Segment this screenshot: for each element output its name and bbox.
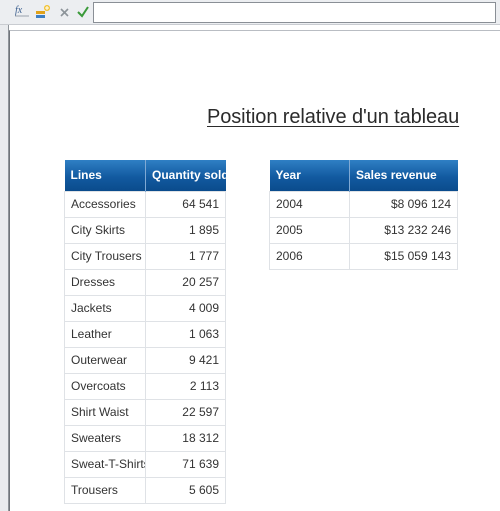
- year-sales-table[interactable]: Year Sales revenue 2004 $8 096 124 2005 $1…: [269, 160, 458, 270]
- table-row[interactable]: City Skirts 1 895: [64, 216, 226, 244]
- table-row[interactable]: Jackets 4 009: [64, 294, 226, 322]
- year-cell[interactable]: 2004: [269, 190, 350, 218]
- table-row[interactable]: Leather 1 063: [64, 320, 226, 348]
- quantity-cell[interactable]: 1 777: [145, 242, 226, 270]
- table-header-row: Lines Quantity sold: [64, 160, 226, 191]
- revenue-cell[interactable]: $15 059 143: [349, 242, 458, 270]
- revenue-cell[interactable]: $13 232 246: [349, 216, 458, 244]
- quantity-cell[interactable]: 2 113: [145, 372, 226, 400]
- table-row[interactable]: 2004 $8 096 124: [269, 190, 458, 218]
- cancel-x-icon[interactable]: [57, 4, 73, 20]
- column-header-quantity-sold[interactable]: Quantity sold: [145, 160, 226, 191]
- revenue-cell[interactable]: $8 096 124: [349, 190, 458, 218]
- formula-toolbar: fx: [0, 0, 500, 25]
- quantity-cell[interactable]: 5 605: [145, 476, 226, 504]
- line-cell[interactable]: City Trousers: [64, 242, 146, 270]
- quantity-cell[interactable]: 18 312: [145, 424, 226, 452]
- validate-check-icon[interactable]: [75, 4, 91, 20]
- column-header-sales-revenue[interactable]: Sales revenue: [349, 160, 458, 191]
- table-row[interactable]: Outerwear 9 421: [64, 346, 226, 374]
- svg-text:fx: fx: [15, 5, 23, 16]
- line-cell[interactable]: Outerwear: [64, 346, 146, 374]
- table-row[interactable]: Shirt Waist 22 597: [64, 398, 226, 426]
- column-header-year[interactable]: Year: [269, 160, 350, 191]
- table-row[interactable]: Accessories 64 541: [64, 190, 226, 218]
- line-cell[interactable]: Sweat-T-Shirts: [64, 450, 146, 478]
- line-cell[interactable]: Trousers: [64, 476, 146, 504]
- table-row[interactable]: City Trousers 1 777: [64, 242, 226, 270]
- table-row[interactable]: 2005 $13 232 246: [269, 216, 458, 244]
- quantity-cell[interactable]: 64 541: [145, 190, 226, 218]
- line-cell[interactable]: Accessories: [64, 190, 146, 218]
- table-row[interactable]: Trousers 5 605: [64, 476, 226, 504]
- table-row[interactable]: Dresses 20 257: [64, 268, 226, 296]
- variable-icon[interactable]: [35, 4, 51, 20]
- line-cell[interactable]: Jackets: [64, 294, 146, 322]
- quantity-cell[interactable]: 22 597: [145, 398, 226, 426]
- quantity-cell[interactable]: 4 009: [145, 294, 226, 322]
- year-cell[interactable]: 2006: [269, 242, 350, 270]
- year-cell[interactable]: 2005: [269, 216, 350, 244]
- line-cell[interactable]: Overcoats: [64, 372, 146, 400]
- quantity-cell[interactable]: 71 639: [145, 450, 226, 478]
- line-cell[interactable]: Shirt Waist: [64, 398, 146, 426]
- column-header-lines[interactable]: Lines: [64, 160, 146, 191]
- line-cell[interactable]: Dresses: [64, 268, 146, 296]
- formula-editor-icon[interactable]: fx: [14, 4, 30, 20]
- lines-quantity-table[interactable]: Lines Quantity sold Accessories 64 541 Ci…: [64, 160, 226, 504]
- quantity-cell[interactable]: 1 895: [145, 216, 226, 244]
- table-row[interactable]: Sweat-T-Shirts 71 639: [64, 450, 226, 478]
- quantity-cell[interactable]: 1 063: [145, 320, 226, 348]
- table-row[interactable]: 2006 $15 059 143: [269, 242, 458, 270]
- line-cell[interactable]: Leather: [64, 320, 146, 348]
- table-row[interactable]: Overcoats 2 113: [64, 372, 226, 400]
- quantity-cell[interactable]: 9 421: [145, 346, 226, 374]
- line-cell[interactable]: City Skirts: [64, 216, 146, 244]
- table-header-row: Year Sales revenue: [269, 160, 458, 191]
- line-cell[interactable]: Sweaters: [64, 424, 146, 452]
- table-row[interactable]: Sweaters 18 312: [64, 424, 226, 452]
- report-title[interactable]: Position relative d'un tableau: [207, 106, 459, 129]
- left-gutter: [0, 25, 9, 511]
- quantity-cell[interactable]: 20 257: [145, 268, 226, 296]
- formula-input[interactable]: [93, 2, 496, 23]
